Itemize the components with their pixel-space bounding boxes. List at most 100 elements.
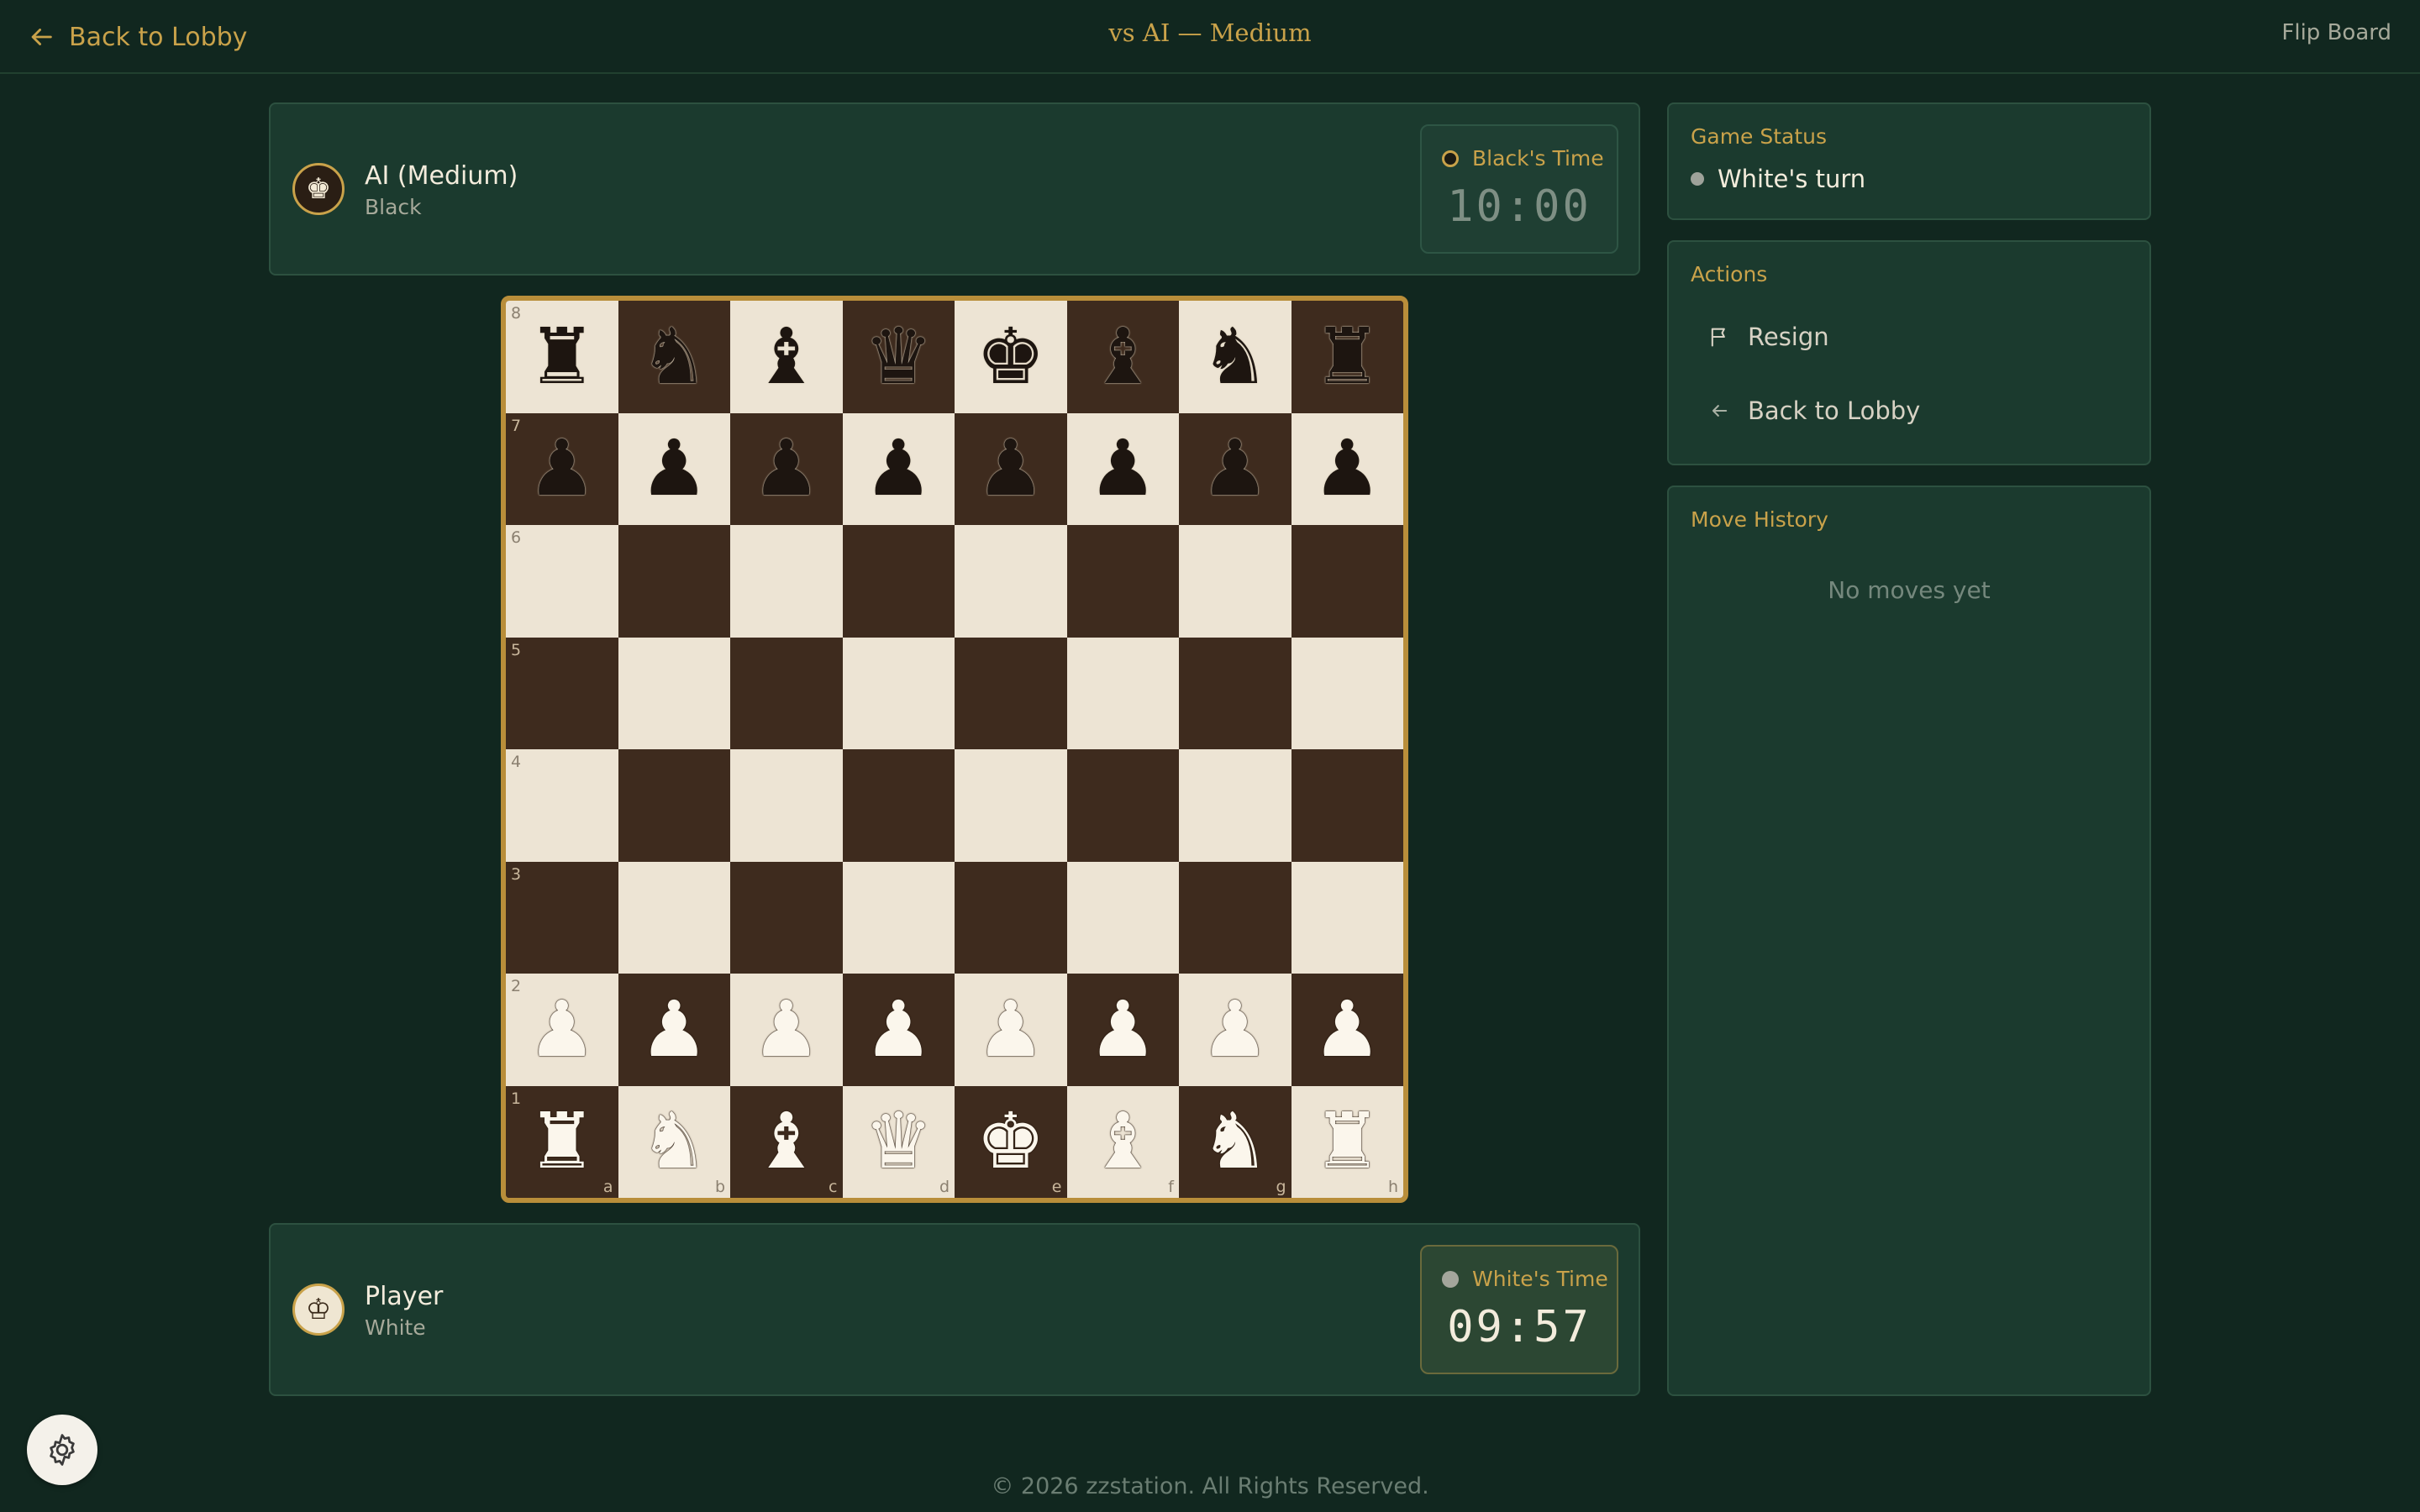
black-pawn-piece[interactable]: ♟ [752, 430, 821, 507]
black-pawn-piece[interactable]: ♟ [1201, 430, 1270, 507]
square-f1[interactable]: f ♝ [1066, 1085, 1179, 1198]
square-g8[interactable]: ♞ [1179, 301, 1292, 413]
square-c3[interactable] [730, 861, 843, 974]
square-d2[interactable]: ♟ [842, 974, 955, 1086]
white-pawn-piece[interactable]: ♟ [976, 990, 1045, 1068]
white-pawn-piece[interactable]: ♟ [1088, 990, 1157, 1068]
black-rook-piece[interactable]: ♜ [528, 318, 597, 396]
square-h1[interactable]: h ♜ [1291, 1085, 1403, 1198]
square-e5[interactable] [955, 637, 1067, 749]
black-knight-piece[interactable]: ♞ [1201, 318, 1270, 396]
white-pawn-piece[interactable]: ♟ [752, 990, 821, 1068]
black-bishop-piece[interactable]: ♝ [1088, 318, 1157, 396]
square-a4[interactable]: 4 [506, 749, 618, 862]
black-pawn-piece[interactable]: ♟ [864, 430, 933, 507]
square-e8[interactable]: ♚ [955, 301, 1067, 413]
black-bishop-piece[interactable]: ♝ [752, 318, 821, 396]
square-h6[interactable] [1291, 525, 1403, 638]
black-pawn-piece[interactable]: ♟ [1313, 430, 1381, 507]
white-king-piece[interactable]: ♚ [976, 1103, 1045, 1180]
square-f4[interactable] [1066, 749, 1179, 862]
square-a8[interactable]: 8 ♜ [506, 301, 618, 413]
square-e4[interactable] [955, 749, 1067, 862]
square-e6[interactable] [955, 525, 1067, 638]
white-bishop-piece[interactable]: ♝ [1088, 1103, 1157, 1180]
resign-button[interactable]: Resign [1707, 323, 1829, 351]
square-d8[interactable]: ♛ [842, 301, 955, 413]
black-queen-piece[interactable]: ♛ [864, 318, 933, 396]
square-h7[interactable]: ♟ [1291, 412, 1403, 525]
black-knight-piece[interactable]: ♞ [639, 318, 708, 396]
square-h2[interactable]: ♟ [1291, 974, 1403, 1086]
square-d4[interactable] [842, 749, 955, 862]
white-knight-piece[interactable]: ♞ [639, 1103, 708, 1180]
white-pawn-piece[interactable]: ♟ [639, 990, 708, 1068]
square-g5[interactable] [1179, 637, 1292, 749]
square-g7[interactable]: ♟ [1179, 412, 1292, 525]
black-pawn-piece[interactable]: ♟ [528, 430, 597, 507]
square-f7[interactable]: ♟ [1066, 412, 1179, 525]
square-b4[interactable] [618, 749, 730, 862]
square-a6[interactable]: 6 [506, 525, 618, 638]
flip-board-button[interactable]: Flip Board [2281, 20, 2391, 45]
black-pawn-piece[interactable]: ♟ [976, 430, 1045, 507]
square-b3[interactable] [618, 861, 730, 974]
square-d5[interactable] [842, 637, 955, 749]
white-queen-piece[interactable]: ♛ [864, 1103, 933, 1180]
square-a3[interactable]: 3 [506, 861, 618, 974]
square-c5[interactable] [730, 637, 843, 749]
white-pawn-piece[interactable]: ♟ [864, 990, 933, 1068]
square-h5[interactable] [1291, 637, 1403, 749]
square-g1[interactable]: g ♞ [1179, 1085, 1292, 1198]
square-e7[interactable]: ♟ [955, 412, 1067, 525]
square-e2[interactable]: ♟ [955, 974, 1067, 1086]
square-f2[interactable]: ♟ [1066, 974, 1179, 1086]
white-rook-piece[interactable]: ♜ [528, 1103, 597, 1180]
square-g4[interactable] [1179, 749, 1292, 862]
white-rook-piece[interactable]: ♜ [1313, 1103, 1381, 1180]
black-pawn-piece[interactable]: ♟ [639, 430, 708, 507]
square-c1[interactable]: c ♝ [730, 1085, 843, 1198]
square-c2[interactable]: ♟ [730, 974, 843, 1086]
square-g6[interactable] [1179, 525, 1292, 638]
square-g3[interactable] [1179, 861, 1292, 974]
square-f8[interactable]: ♝ [1066, 301, 1179, 413]
square-h8[interactable]: ♜ [1291, 301, 1403, 413]
square-f5[interactable] [1066, 637, 1179, 749]
square-b8[interactable]: ♞ [618, 301, 730, 413]
square-b5[interactable] [618, 637, 730, 749]
square-f6[interactable] [1066, 525, 1179, 638]
square-d3[interactable] [842, 861, 955, 974]
square-d1[interactable]: d ♛ [842, 1085, 955, 1198]
white-pawn-piece[interactable]: ♟ [528, 990, 597, 1068]
square-b1[interactable]: b ♞ [618, 1085, 730, 1198]
black-king-piece[interactable]: ♚ [976, 318, 1045, 396]
black-pawn-piece[interactable]: ♟ [1088, 430, 1157, 507]
square-e1[interactable]: e ♚ [955, 1085, 1067, 1198]
white-knight-piece[interactable]: ♞ [1201, 1103, 1270, 1180]
square-h3[interactable] [1291, 861, 1403, 974]
black-rook-piece[interactable]: ♜ [1313, 318, 1381, 396]
white-pawn-piece[interactable]: ♟ [1201, 990, 1270, 1068]
square-c6[interactable] [730, 525, 843, 638]
square-c7[interactable]: ♟ [730, 412, 843, 525]
square-a1[interactable]: 1 a ♜ [506, 1085, 618, 1198]
square-d6[interactable] [842, 525, 955, 638]
square-g2[interactable]: ♟ [1179, 974, 1292, 1086]
square-b7[interactable]: ♟ [618, 412, 730, 525]
square-a7[interactable]: 7 ♟ [506, 412, 618, 525]
square-a5[interactable]: 5 [506, 637, 618, 749]
square-h4[interactable] [1291, 749, 1403, 862]
white-pawn-piece[interactable]: ♟ [1313, 990, 1381, 1068]
white-bishop-piece[interactable]: ♝ [752, 1103, 821, 1180]
square-a2[interactable]: 2 ♟ [506, 974, 618, 1086]
square-f3[interactable] [1066, 861, 1179, 974]
square-e3[interactable] [955, 861, 1067, 974]
square-d7[interactable]: ♟ [842, 412, 955, 525]
square-b2[interactable]: ♟ [618, 974, 730, 1086]
square-c4[interactable] [730, 749, 843, 862]
square-b6[interactable] [618, 525, 730, 638]
turn-status-text: White's turn [1718, 165, 1866, 193]
back-to-lobby-button[interactable]: Back to Lobby [1707, 396, 1920, 425]
square-c8[interactable]: ♝ [730, 301, 843, 413]
